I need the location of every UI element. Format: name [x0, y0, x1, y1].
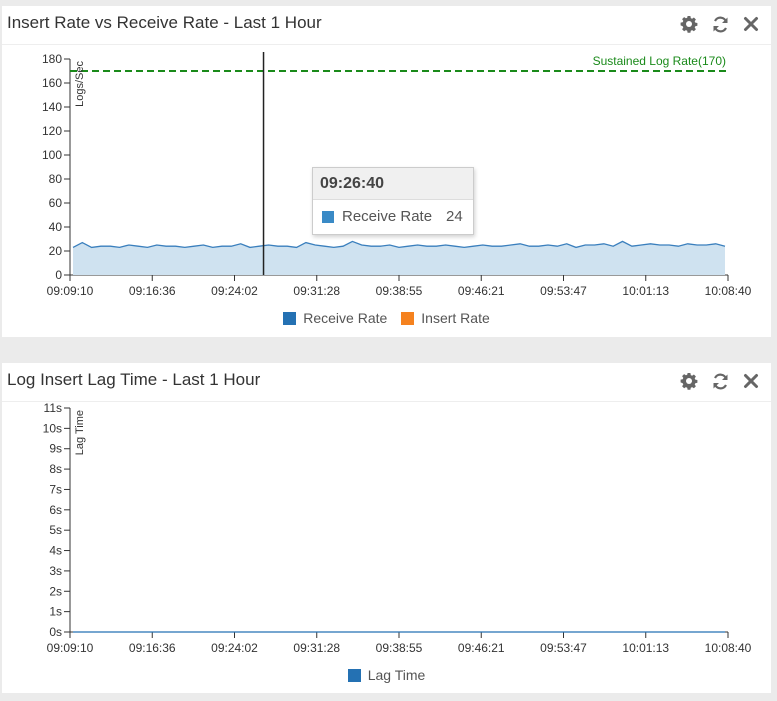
y-tick-label: 6s: [49, 503, 62, 517]
gear-icon[interactable]: [679, 14, 699, 34]
legend-swatch: [283, 311, 297, 325]
refresh-icon[interactable]: [710, 371, 730, 391]
gear-icon[interactable]: [679, 371, 699, 391]
y-tick-label: 2s: [49, 584, 62, 598]
y-tick-label: 9s: [49, 442, 62, 456]
close-icon[interactable]: [741, 14, 761, 34]
y-tick-label: 8s: [49, 462, 62, 476]
x-tick-label: 09:53:47: [540, 284, 587, 298]
lag-time-widget: Log Insert Lag Time - Last 1 Hour 0s 1s 2s…: [2, 363, 771, 693]
legend-swatch: [347, 668, 361, 682]
y-tick-label: 180: [42, 52, 62, 66]
x-tick-label: 10:01:13: [622, 284, 669, 298]
x-tick-label: 09:24:02: [211, 641, 258, 655]
y-axis-label: Logs/Sec: [74, 61, 86, 107]
y-tick-label: 7s: [49, 482, 62, 496]
x-tick-label: 09:38:55: [376, 641, 423, 655]
x-tick-label: 09:16:36: [129, 284, 176, 298]
widget-header: Log Insert Lag Time - Last 1 Hour: [2, 363, 771, 402]
insert-rate-widget: Insert Rate vs Receive Rate - Last 1 Hou…: [2, 6, 771, 337]
x-tick-label: 09:16:36: [129, 641, 176, 655]
tooltip-swatch: [322, 210, 334, 223]
close-icon[interactable]: [741, 371, 761, 391]
x-tick-label: 10:08:40: [705, 641, 752, 655]
chart-legend: Receive Rate Insert Rate: [2, 310, 771, 326]
legend-label: Receive Rate: [303, 310, 388, 326]
tooltip-time: 09:26:40: [313, 168, 473, 200]
tooltip-row: Receive Rate 24: [313, 200, 473, 233]
lag-chart: 0s 1s 2s 3s 4s 5s 6s 7s 8s 9s 10s 11s 09:09:10 09:16…: [43, 402, 752, 655]
x-tick-label: 10:01:13: [622, 641, 669, 655]
legend-lag-time[interactable]: Lag Time: [347, 667, 426, 683]
legend-insert-rate[interactable]: Insert Rate: [401, 310, 490, 326]
y-tick-label: 120: [42, 124, 62, 138]
x-tick-label: 09:46:21: [458, 284, 505, 298]
y-tick-label: 80: [49, 172, 63, 186]
y-tick-label: 0: [55, 268, 62, 282]
legend-receive-rate[interactable]: Receive Rate: [283, 310, 387, 326]
legend-label: Lag Time: [367, 667, 426, 683]
y-tick-label: 10s: [43, 421, 62, 435]
y-axis-label: Lag Time: [74, 410, 86, 455]
sustained-rate-label: Sustained Log Rate(170): [593, 54, 726, 68]
tooltip-value: 24: [446, 208, 463, 225]
x-tick-label: 09:09:10: [47, 284, 94, 298]
x-tick-label: 09:31:28: [293, 641, 340, 655]
y-tick-label: 3s: [49, 564, 62, 578]
y-tick-label: 1s: [49, 605, 62, 619]
x-tick-label: 10:08:40: [705, 284, 752, 298]
x-tick-label: 09:46:21: [458, 641, 505, 655]
x-tick-label: 09:31:28: [293, 284, 340, 298]
y-tick-label: 100: [42, 148, 62, 162]
y-tick-label: 160: [42, 76, 62, 90]
widget-title: Log Insert Lag Time - Last 1 Hour: [7, 370, 261, 389]
y-tick-label: 140: [42, 100, 62, 114]
y-tick-label: 20: [49, 244, 63, 258]
y-tick-label: 0s: [49, 625, 62, 639]
y-tick-label: 5s: [49, 523, 62, 537]
y-tick-label: 40: [49, 220, 63, 234]
legend-label: Insert Rate: [421, 310, 490, 326]
y-tick-label: 11s: [44, 402, 62, 415]
legend-swatch: [401, 311, 415, 325]
chart-legend: Lag Time: [2, 667, 771, 683]
x-tick-label: 09:53:47: [540, 641, 587, 655]
refresh-icon[interactable]: [710, 14, 730, 34]
widget-title: Insert Rate vs Receive Rate - Last 1 Hou…: [7, 13, 322, 32]
x-tick-label: 09:09:10: [47, 641, 94, 655]
widget-toolbar: [679, 14, 761, 34]
x-tick-label: 09:24:02: [211, 284, 258, 298]
widget-header: Insert Rate vs Receive Rate - Last 1 Hou…: [2, 6, 771, 45]
widget-toolbar: [679, 371, 761, 391]
chart-tooltip: 09:26:40 Receive Rate 24: [312, 167, 474, 235]
y-tick-label: 4s: [49, 544, 62, 558]
y-tick-label: 60: [49, 196, 63, 210]
tooltip-series: Receive Rate: [342, 208, 433, 225]
x-tick-label: 09:38:55: [376, 284, 423, 298]
